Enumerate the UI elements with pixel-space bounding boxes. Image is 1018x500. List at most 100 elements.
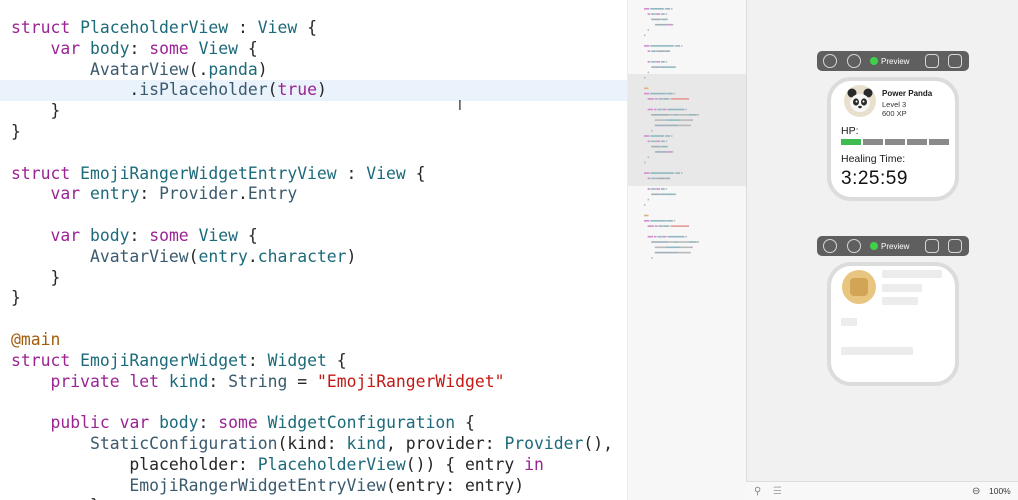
minimap-stroke <box>690 246 693 249</box>
code-line[interactable]: } <box>11 496 613 500</box>
play-circle-icon[interactable] <box>823 54 837 68</box>
duplicate-icon[interactable] <box>948 239 962 253</box>
live-preview-button[interactable]: Preview <box>870 240 909 252</box>
placeholder-level-bar <box>882 284 922 292</box>
code-line[interactable]: struct EmojiRangerWidgetEntryView : View… <box>11 164 613 185</box>
minimap-stroke <box>661 13 665 15</box>
minimap-stroke <box>655 151 668 153</box>
placeholder-time-bar <box>841 347 913 355</box>
code-line[interactable] <box>11 392 613 413</box>
code-line[interactable]: } <box>11 268 613 289</box>
minimap-stroke <box>660 18 662 21</box>
live-preview-label: Preview <box>881 56 910 66</box>
minimap-stroke <box>654 13 657 15</box>
minimap-stroke <box>656 13 661 15</box>
zoom-level[interactable]: 100% <box>989 486 1011 496</box>
minimap-stroke <box>650 172 674 174</box>
code-token: some <box>218 413 258 433</box>
code-line[interactable]: StaticConfiguration(kind: kind, provider… <box>11 434 613 455</box>
code-line[interactable]: @main <box>11 330 613 351</box>
minimap[interactable] <box>627 0 747 500</box>
code-line[interactable]: } <box>11 288 613 309</box>
minimap-code-lines <box>644 8 699 259</box>
code-token: some <box>149 225 189 245</box>
widget-preview[interactable]: Power Panda Level 3 600 XP HP: Healing T… <box>827 77 959 201</box>
code-token: : <box>198 413 219 433</box>
code-token: : <box>208 371 229 391</box>
minimap-stroke <box>661 140 665 143</box>
code-line[interactable]: } <box>11 122 613 143</box>
code-line[interactable]: struct PlaceholderView : View { <box>11 18 613 39</box>
pin-icon[interactable]: ⚲ <box>754 486 765 497</box>
minimap-stroke <box>644 34 646 37</box>
preview-canvas[interactable]: Preview Power Panda Level 3 600 XP HP: H… <box>746 0 1018 500</box>
code-token: Entry <box>247 184 298 204</box>
code-token: : <box>336 163 367 183</box>
device-icon[interactable] <box>925 239 939 253</box>
minimap-stroke <box>667 108 685 111</box>
code-token: , provider: <box>386 433 505 453</box>
code-line[interactable]: placeholder: PlaceholderView()) { entry … <box>11 455 613 476</box>
code-line[interactable]: var body: some View { <box>11 226 613 247</box>
hp-segment <box>907 139 927 145</box>
code-line[interactable]: .isPlaceholder(true) <box>11 80 613 101</box>
device-icon[interactable] <box>925 54 939 68</box>
code-line[interactable]: } <box>11 101 613 122</box>
code-line[interactable]: struct EmojiRangerWidget: Widget { <box>11 351 613 372</box>
minimap-stroke <box>647 98 654 100</box>
code-line[interactable]: private let kind: String = "EmojiRangerW… <box>11 372 613 393</box>
minimap-stroke <box>685 108 687 111</box>
play-circle-icon[interactable] <box>823 239 837 253</box>
minimap-stroke <box>644 204 646 206</box>
list-icon[interactable]: ☰ <box>773 486 784 497</box>
hp-label: HP: <box>841 125 859 137</box>
code-line[interactable]: AvatarView(entry.character) <box>11 247 613 268</box>
code-token: AvatarView <box>89 246 189 266</box>
minimap-stroke <box>666 135 671 137</box>
minimap-stroke <box>668 23 672 26</box>
code-token: { <box>405 163 426 183</box>
code-line[interactable] <box>11 205 613 226</box>
live-preview-button[interactable]: Preview <box>870 55 909 67</box>
source-code[interactable]: struct PlaceholderView : View { var body… <box>11 18 613 500</box>
zoom-icon[interactable]: ⊖ <box>972 486 983 497</box>
duplicate-icon[interactable] <box>948 54 962 68</box>
code-line[interactable]: EmojiRangerWidgetEntryView(entry: entry) <box>11 476 613 497</box>
minimap-stroke <box>664 135 667 137</box>
minimap-stroke <box>654 188 657 190</box>
minimap-stroke <box>654 251 679 254</box>
code-token: body <box>89 38 130 58</box>
minimap-stroke <box>650 8 664 10</box>
placeholder-widget-preview[interactable] <box>827 262 959 386</box>
code-line[interactable] <box>11 143 613 164</box>
minimap-stroke <box>680 246 691 249</box>
minimap-stroke <box>657 50 665 52</box>
code-line[interactable] <box>11 309 613 330</box>
minimap-stroke <box>663 225 670 227</box>
minimap-stroke <box>658 225 662 227</box>
inspect-icon[interactable] <box>847 239 861 253</box>
placeholder-name-bar <box>882 270 942 278</box>
code-line[interactable]: AvatarView(.panda) <box>11 60 613 81</box>
character-level: Level 3 <box>882 100 907 109</box>
panda-icon <box>844 85 876 117</box>
code-token: true <box>277 80 317 100</box>
placeholder-xp-bar <box>882 297 918 305</box>
code-token: kind <box>168 371 209 391</box>
minimap-stroke <box>644 214 649 217</box>
code-editor[interactable]: struct PlaceholderView : View { var body… <box>0 0 627 500</box>
code-token: kind <box>346 433 387 453</box>
code-line[interactable]: var entry: Provider.Entry <box>11 184 613 205</box>
minimap-stroke <box>656 140 661 143</box>
minimap-stroke <box>668 151 672 153</box>
minimap-stroke <box>655 50 658 52</box>
code-token: = <box>287 371 317 391</box>
code-line[interactable]: public var body: some WidgetConfiguratio… <box>11 413 613 434</box>
code-token: (entry: entry) <box>386 475 525 495</box>
inspect-icon[interactable] <box>847 54 861 68</box>
code-line[interactable]: var body: some View { <box>11 39 613 60</box>
